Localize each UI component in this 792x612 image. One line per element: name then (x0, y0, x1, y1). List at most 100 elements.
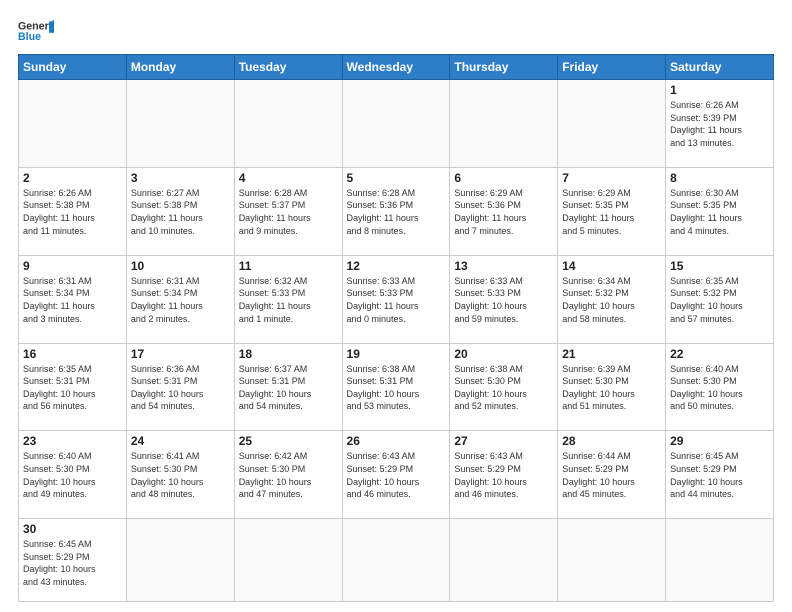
day-info: Sunrise: 6:28 AM Sunset: 5:37 PM Dayligh… (239, 187, 338, 237)
day-info: Sunrise: 6:29 AM Sunset: 5:36 PM Dayligh… (454, 187, 553, 237)
calendar-cell: 17Sunrise: 6:36 AM Sunset: 5:31 PM Dayli… (126, 343, 234, 431)
calendar-cell (558, 80, 666, 168)
day-info: Sunrise: 6:37 AM Sunset: 5:31 PM Dayligh… (239, 363, 338, 413)
day-info: Sunrise: 6:45 AM Sunset: 5:29 PM Dayligh… (670, 450, 769, 500)
calendar-cell: 8 Sunrise: 6:30 AM Sunset: 5:35 PM Daylig… (666, 167, 774, 255)
day-number: 26 (347, 434, 446, 448)
day-number: 10 (131, 259, 230, 273)
day-info: Sunrise: 6:40 AM Sunset: 5:30 PM Dayligh… (670, 363, 769, 413)
day-number: 23 (23, 434, 122, 448)
calendar-cell (450, 80, 558, 168)
calendar-cell: 27 Sunrise: 6:43 AM Sunset: 5:29 PM Dayli… (450, 431, 558, 519)
day-number: 12 (347, 259, 446, 273)
day-info: Sunrise: 6:30 AM Sunset: 5:35 PM Dayligh… (670, 187, 769, 237)
calendar-cell: 25 Sunrise: 6:42 AM Sunset: 5:30 PM Dayli… (234, 431, 342, 519)
calendar-cell: 21Sunrise: 6:39 AM Sunset: 5:30 PM Dayli… (558, 343, 666, 431)
calendar-cell (19, 80, 127, 168)
day-info: Sunrise: 6:31 AM Sunset: 5:34 PM Dayligh… (23, 275, 122, 325)
calendar-week-row: 2 Sunrise: 6:26 AM Sunset: 5:38 PM Daylig… (19, 167, 774, 255)
weekday-header-sunday: Sunday (19, 55, 127, 80)
calendar-cell: 3 Sunrise: 6:27 AM Sunset: 5:38 PM Daylig… (126, 167, 234, 255)
day-number: 18 (239, 347, 338, 361)
day-number: 3 (131, 171, 230, 185)
day-number: 19 (347, 347, 446, 361)
day-number: 28 (562, 434, 661, 448)
day-number: 5 (347, 171, 446, 185)
day-info: Sunrise: 6:44 AM Sunset: 5:29 PM Dayligh… (562, 450, 661, 500)
day-info: Sunrise: 6:41 AM Sunset: 5:30 PM Dayligh… (131, 450, 230, 500)
day-number: 11 (239, 259, 338, 273)
weekday-header-wednesday: Wednesday (342, 55, 450, 80)
day-info: Sunrise: 6:40 AM Sunset: 5:30 PM Dayligh… (23, 450, 122, 500)
day-number: 14 (562, 259, 661, 273)
calendar-cell: 24Sunrise: 6:41 AM Sunset: 5:30 PM Dayli… (126, 431, 234, 519)
calendar-cell (234, 519, 342, 602)
calendar-week-row: 16Sunrise: 6:35 AM Sunset: 5:31 PM Dayli… (19, 343, 774, 431)
day-number: 4 (239, 171, 338, 185)
day-info: Sunrise: 6:31 AM Sunset: 5:34 PM Dayligh… (131, 275, 230, 325)
day-number: 6 (454, 171, 553, 185)
day-info: Sunrise: 6:26 AM Sunset: 5:39 PM Dayligh… (670, 99, 769, 149)
weekday-header-thursday: Thursday (450, 55, 558, 80)
calendar-cell: 1 Sunrise: 6:26 AM Sunset: 5:39 PM Daylig… (666, 80, 774, 168)
calendar-cell: 12 Sunrise: 6:33 AM Sunset: 5:33 PM Dayli… (342, 255, 450, 343)
calendar-cell: 29Sunrise: 6:45 AM Sunset: 5:29 PM Dayli… (666, 431, 774, 519)
calendar-cell: 22 Sunrise: 6:40 AM Sunset: 5:30 PM Dayli… (666, 343, 774, 431)
calendar-cell: 28 Sunrise: 6:44 AM Sunset: 5:29 PM Dayli… (558, 431, 666, 519)
day-number: 15 (670, 259, 769, 273)
calendar-cell: 14Sunrise: 6:34 AM Sunset: 5:32 PM Dayli… (558, 255, 666, 343)
day-number: 8 (670, 171, 769, 185)
calendar-week-row: 9 Sunrise: 6:31 AM Sunset: 5:34 PM Daylig… (19, 255, 774, 343)
day-number: 16 (23, 347, 122, 361)
day-number: 25 (239, 434, 338, 448)
day-number: 7 (562, 171, 661, 185)
calendar-cell (450, 519, 558, 602)
calendar-cell: 26Sunrise: 6:43 AM Sunset: 5:29 PM Dayli… (342, 431, 450, 519)
day-info: Sunrise: 6:45 AM Sunset: 5:29 PM Dayligh… (23, 538, 122, 588)
day-info: Sunrise: 6:43 AM Sunset: 5:29 PM Dayligh… (454, 450, 553, 500)
day-info: Sunrise: 6:27 AM Sunset: 5:38 PM Dayligh… (131, 187, 230, 237)
day-info: Sunrise: 6:36 AM Sunset: 5:31 PM Dayligh… (131, 363, 230, 413)
calendar-week-row: 23 Sunrise: 6:40 AM Sunset: 5:30 PM Dayli… (19, 431, 774, 519)
day-info: Sunrise: 6:28 AM Sunset: 5:36 PM Dayligh… (347, 187, 446, 237)
calendar-cell (126, 519, 234, 602)
calendar-cell (558, 519, 666, 602)
day-number: 21 (562, 347, 661, 361)
day-number: 30 (23, 522, 122, 536)
day-info: Sunrise: 6:42 AM Sunset: 5:30 PM Dayligh… (239, 450, 338, 500)
day-number: 27 (454, 434, 553, 448)
header: General Blue (18, 18, 774, 46)
calendar-cell: 16Sunrise: 6:35 AM Sunset: 5:31 PM Dayli… (19, 343, 127, 431)
calendar-cell: 5 Sunrise: 6:28 AM Sunset: 5:36 PM Daylig… (342, 167, 450, 255)
calendar-cell: 23 Sunrise: 6:40 AM Sunset: 5:30 PM Dayli… (19, 431, 127, 519)
day-number: 13 (454, 259, 553, 273)
calendar-cell: 18 Sunrise: 6:37 AM Sunset: 5:31 PM Dayli… (234, 343, 342, 431)
weekday-header-tuesday: Tuesday (234, 55, 342, 80)
calendar-cell: 15Sunrise: 6:35 AM Sunset: 5:32 PM Dayli… (666, 255, 774, 343)
calendar-cell: 10 Sunrise: 6:31 AM Sunset: 5:34 PM Dayli… (126, 255, 234, 343)
day-number: 9 (23, 259, 122, 273)
svg-text:Blue: Blue (18, 31, 41, 43)
day-info: Sunrise: 6:33 AM Sunset: 5:33 PM Dayligh… (454, 275, 553, 325)
calendar-week-row: 30 Sunrise: 6:45 AM Sunset: 5:29 PM Dayli… (19, 519, 774, 602)
calendar-cell: 7Sunrise: 6:29 AM Sunset: 5:35 PM Daylig… (558, 167, 666, 255)
calendar-cell: 6 Sunrise: 6:29 AM Sunset: 5:36 PM Daylig… (450, 167, 558, 255)
calendar-cell: 2 Sunrise: 6:26 AM Sunset: 5:38 PM Daylig… (19, 167, 127, 255)
calendar-cell (342, 80, 450, 168)
weekday-header-friday: Friday (558, 55, 666, 80)
day-info: Sunrise: 6:38 AM Sunset: 5:31 PM Dayligh… (347, 363, 446, 413)
logo: General Blue (18, 18, 54, 46)
calendar-cell: 4 Sunrise: 6:28 AM Sunset: 5:37 PM Daylig… (234, 167, 342, 255)
day-number: 22 (670, 347, 769, 361)
day-info: Sunrise: 6:26 AM Sunset: 5:38 PM Dayligh… (23, 187, 122, 237)
day-info: Sunrise: 6:33 AM Sunset: 5:33 PM Dayligh… (347, 275, 446, 325)
day-info: Sunrise: 6:38 AM Sunset: 5:30 PM Dayligh… (454, 363, 553, 413)
calendar-week-row: 1 Sunrise: 6:26 AM Sunset: 5:39 PM Daylig… (19, 80, 774, 168)
calendar-cell (342, 519, 450, 602)
day-info: Sunrise: 6:32 AM Sunset: 5:33 PM Dayligh… (239, 275, 338, 325)
day-number: 1 (670, 83, 769, 97)
day-number: 2 (23, 171, 122, 185)
weekday-header-row: SundayMondayTuesdayWednesdayThursdayFrid… (19, 55, 774, 80)
calendar-cell (666, 519, 774, 602)
weekday-header-saturday: Saturday (666, 55, 774, 80)
